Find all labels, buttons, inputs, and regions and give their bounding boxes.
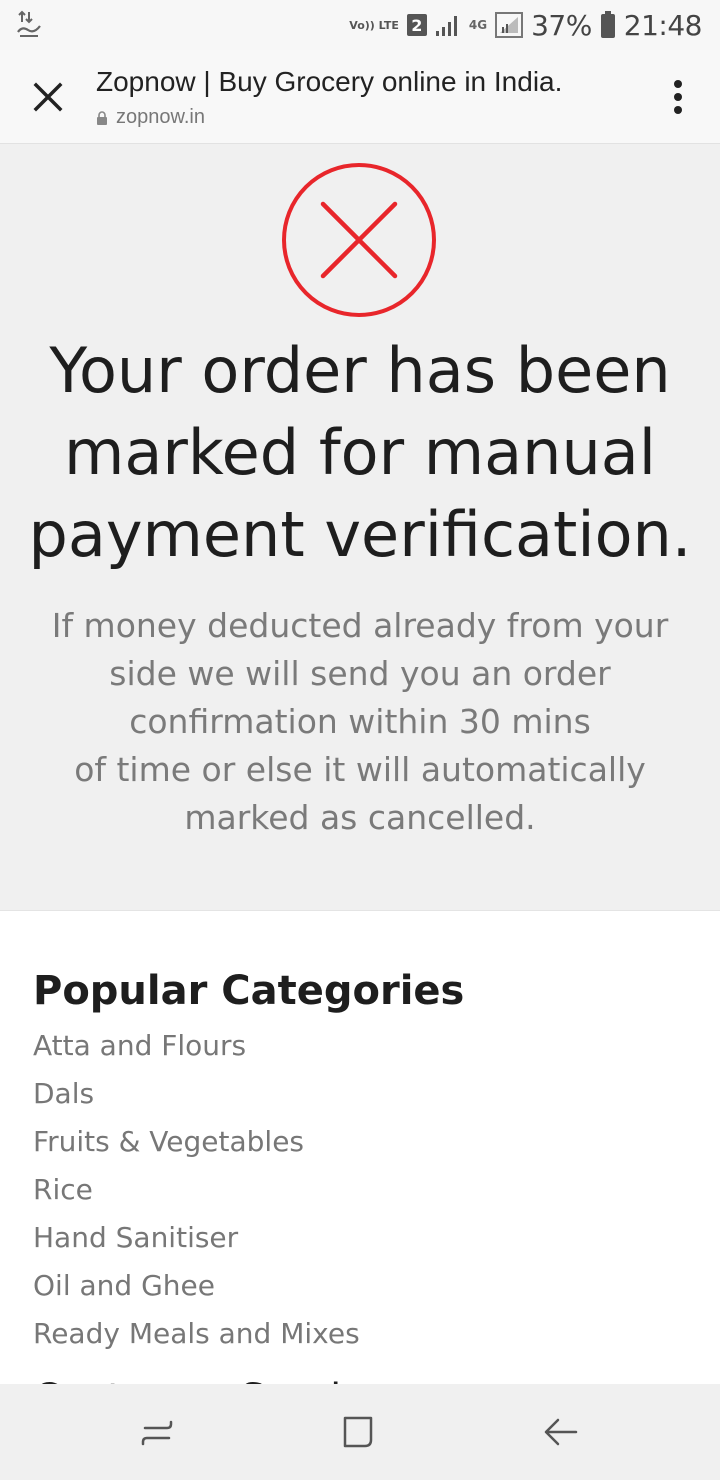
browser-header: Zopnow | Buy Grocery online in India. zo…	[0, 50, 720, 144]
category-link[interactable]: Ready Meals and Mixes	[33, 1310, 693, 1358]
category-link[interactable]: Rice	[33, 1166, 693, 1214]
status-bar: Vo)) LTE 2 4G 37% 21:48	[0, 0, 720, 50]
sim-slot-badge: 2	[406, 14, 427, 36]
category-link[interactable]: Hand Sanitiser	[33, 1214, 693, 1262]
category-link[interactable]: Dals	[33, 1070, 693, 1118]
category-list: Atta and Flours Dals Fruits & Vegetables…	[33, 1022, 693, 1358]
clock: 21:48	[623, 8, 703, 42]
battery-icon	[600, 11, 615, 38]
headline-line: payment verification.	[28, 498, 692, 571]
navigation-bar	[0, 1384, 720, 1480]
customer-service-heading: Customer Service	[33, 1368, 388, 1384]
page-url: zopnow.in	[96, 106, 205, 129]
order-status-message: If money deducted already from your side…	[30, 602, 690, 842]
url-text: zopnow.in	[116, 106, 205, 128]
category-link[interactable]: Fruits & Vegetables	[33, 1118, 693, 1166]
signal-strength-icon	[435, 16, 457, 36]
page-title: Zopnow | Buy Grocery online in India.	[96, 66, 563, 97]
back-icon[interactable]	[540, 1412, 580, 1452]
headline-line: Your order has been	[49, 334, 671, 407]
message-line: confirmation within 30 mins	[129, 702, 591, 741]
popular-categories: Popular Categories Atta and Flours Dals …	[33, 960, 693, 1358]
network-type-label: 4G	[468, 17, 488, 32]
more-vert-icon[interactable]	[670, 78, 686, 118]
category-link[interactable]: Oil and Ghee	[33, 1262, 693, 1310]
headline-line: marked for manual	[64, 416, 656, 489]
order-status-headline: Your order has been marked for manual pa…	[20, 330, 700, 576]
recent-apps-icon[interactable]	[137, 1412, 177, 1452]
data-transfer-icon	[17, 10, 41, 37]
category-link[interactable]: Atta and Flours	[33, 1022, 693, 1070]
message-line: of time or else it will automatically	[74, 750, 646, 789]
volte-indicator: Vo)) LTE	[349, 18, 399, 32]
signal-strength-icon-2	[495, 12, 524, 38]
battery-percent: 37%	[531, 8, 592, 42]
message-line: marked as cancelled.	[184, 798, 536, 837]
message-line: side we will send you an order	[109, 654, 611, 693]
error-circle-x-icon	[282, 163, 436, 317]
message-line: If money deducted already from your	[51, 606, 669, 645]
categories-heading: Popular Categories	[33, 968, 465, 1014]
order-status-panel: Your order has been marked for manual pa…	[0, 144, 720, 911]
home-icon[interactable]	[339, 1412, 379, 1452]
close-icon[interactable]	[28, 77, 68, 117]
lock-icon	[97, 110, 107, 125]
